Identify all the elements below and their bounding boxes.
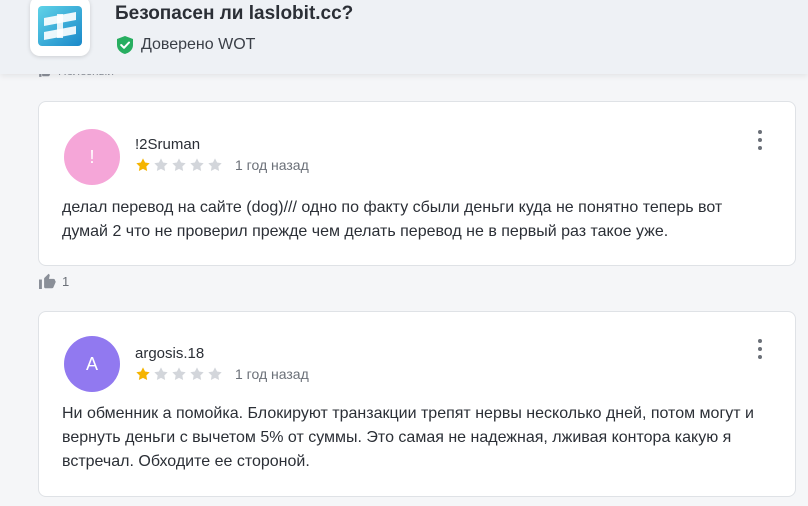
page-title: Безопасен ли laslobit.cc? [115, 3, 354, 24]
star-rating [135, 366, 223, 382]
trust-status: Доверено WOT [117, 35, 255, 55]
helpful-count: 1 [62, 273, 70, 289]
review-username[interactable]: !2Sruman [135, 136, 200, 153]
star-empty-icon [172, 158, 186, 171]
wot-logo-icon [38, 6, 82, 46]
review-username[interactable]: argosis.18 [135, 345, 204, 362]
rating-row: 1 год назад [135, 366, 309, 382]
avatar[interactable]: ! [64, 129, 120, 185]
trust-label: Доверено WOT [141, 36, 256, 53]
more-dot [758, 130, 762, 134]
review-date: 1 год назад [235, 366, 309, 382]
more-options-button[interactable] [755, 339, 765, 359]
avatar[interactable]: A [64, 336, 120, 392]
review-text: делал перевод на сайте (dog)/// одно по … [62, 199, 723, 240]
shield-check-icon [117, 36, 133, 54]
rating-row: 1 год назад [135, 157, 309, 173]
star-empty-icon [208, 158, 222, 171]
helpful-button[interactable]: 1 [38, 273, 69, 289]
more-dot [758, 339, 762, 343]
review-text: Ни обменник а помойка. Блокируют транзак… [62, 405, 754, 470]
more-dot [758, 146, 762, 150]
site-logo [30, 0, 90, 56]
star-filled-icon [136, 367, 150, 380]
star-empty-icon [190, 158, 204, 171]
star-filled-icon [136, 158, 150, 171]
more-dot [758, 355, 762, 359]
avatar-letter: ! [89, 146, 95, 167]
star-empty-icon [208, 367, 222, 380]
review-card: ! !2Sruman 1 год назад делал перевод на … [38, 101, 796, 266]
review-date: 1 год назад [235, 157, 309, 173]
star-empty-icon [154, 367, 168, 380]
more-dot [758, 347, 762, 351]
star-rating [135, 157, 223, 173]
star-empty-icon [190, 367, 204, 380]
more-dot [758, 138, 762, 142]
avatar-letter: A [85, 353, 98, 374]
more-options-button[interactable] [755, 130, 765, 150]
star-empty-icon [172, 367, 186, 380]
thumbs-up-icon [39, 273, 56, 289]
review-card: A argosis.18 1 год назад Ни обменник а п… [38, 311, 796, 497]
star-empty-icon [154, 158, 168, 171]
site-header: Безопасен ли laslobit.cc? Доверено WOT [0, 0, 808, 74]
